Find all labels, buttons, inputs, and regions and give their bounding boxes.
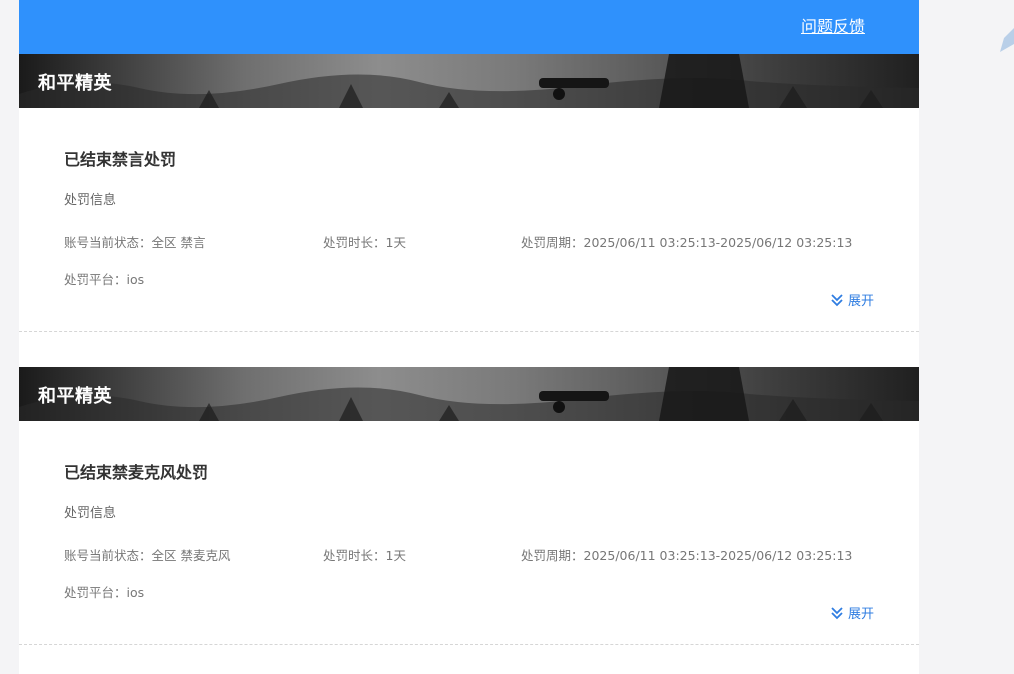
penalty-period-label: 处罚周期： <box>521 235 584 250</box>
penalty-platform: 处罚平台：ios <box>64 269 144 288</box>
penalty-period: 处罚周期：2025/06/11 03:25:13-2025/06/12 03:2… <box>521 232 852 251</box>
penalty-duration-label: 处罚时长： <box>323 235 386 250</box>
penalty-period-label: 处罚周期： <box>521 548 584 563</box>
account-status-value: 全区 禁麦克风 <box>151 548 231 563</box>
penalty-title: 已结束禁言处罚 <box>64 150 177 169</box>
account-status: 账号当前状态：全区 禁言 <box>64 232 206 251</box>
expand-button[interactable]: 展开 <box>830 603 874 622</box>
penalty-period: 处罚周期：2025/06/11 03:25:13-2025/06/12 03:2… <box>521 545 852 564</box>
expand-label: 展开 <box>847 607 874 622</box>
game-banner: 和平精英 <box>19 367 919 421</box>
penalty-card: 已结束禁言处罚 处罚信息 账号当前状态：全区 禁言 处罚时长：1天 处罚周期：2… <box>19 108 919 332</box>
feedback-link[interactable]: 问题反馈 <box>801 13 865 37</box>
penalty-platform: 处罚平台：ios <box>64 582 144 601</box>
penalty-info-heading: 处罚信息 <box>64 193 117 208</box>
penalty-platform-value: ios <box>126 272 145 287</box>
expand-label: 展开 <box>847 294 874 309</box>
game-title: 和平精英 <box>38 386 112 407</box>
banner-scenery-icon <box>19 367 919 421</box>
account-status: 账号当前状态：全区 禁麦克风 <box>64 545 231 564</box>
game-title: 和平精英 <box>38 73 112 94</box>
penalty-platform-label: 处罚平台： <box>64 272 127 287</box>
penalty-info-heading: 处罚信息 <box>64 506 117 521</box>
record-section: 和平精英 已结束禁麦克风处罚 处罚信息 账号当前状态：全区 禁麦克风 处罚时长：… <box>19 367 919 645</box>
banner-scenery-icon <box>19 54 919 108</box>
penalty-platform-value: ios <box>126 585 145 600</box>
record-section: 和平精英 已结束禁言处罚 处罚信息 账号当前状态：全区 禁言 处罚时长：1天 处… <box>19 54 919 332</box>
penalty-card: 已结束禁麦克风处罚 处罚信息 账号当前状态：全区 禁麦克风 处罚时长：1天 处罚… <box>19 421 919 645</box>
account-status-label: 账号当前状态： <box>64 235 152 250</box>
double-chevron-down-icon <box>831 606 843 619</box>
game-banner: 和平精英 <box>19 54 919 108</box>
decorative-shape-icon <box>1000 28 1014 52</box>
top-bar: 问题反馈 <box>19 0 919 54</box>
penalty-duration-value: 1天 <box>385 235 406 250</box>
penalty-period-value: 2025/06/11 03:25:13-2025/06/12 03:25:13 <box>583 548 853 563</box>
penalty-title: 已结束禁麦克风处罚 <box>64 463 209 482</box>
penalty-duration-label: 处罚时长： <box>323 548 386 563</box>
penalty-platform-label: 处罚平台： <box>64 585 127 600</box>
penalty-duration: 处罚时长：1天 <box>323 232 406 251</box>
expand-button[interactable]: 展开 <box>830 290 874 309</box>
penalty-duration-value: 1天 <box>385 548 406 563</box>
penalty-duration: 处罚时长：1天 <box>323 545 406 564</box>
page-container: 问题反馈 和平精英 已结束禁言处罚 处罚信息 账号当前状态：全区 禁言 处罚时长… <box>19 0 919 674</box>
account-status-label: 账号当前状态： <box>64 548 152 563</box>
account-status-value: 全区 禁言 <box>151 235 206 250</box>
double-chevron-down-icon <box>831 293 843 306</box>
penalty-period-value: 2025/06/11 03:25:13-2025/06/12 03:25:13 <box>583 235 853 250</box>
